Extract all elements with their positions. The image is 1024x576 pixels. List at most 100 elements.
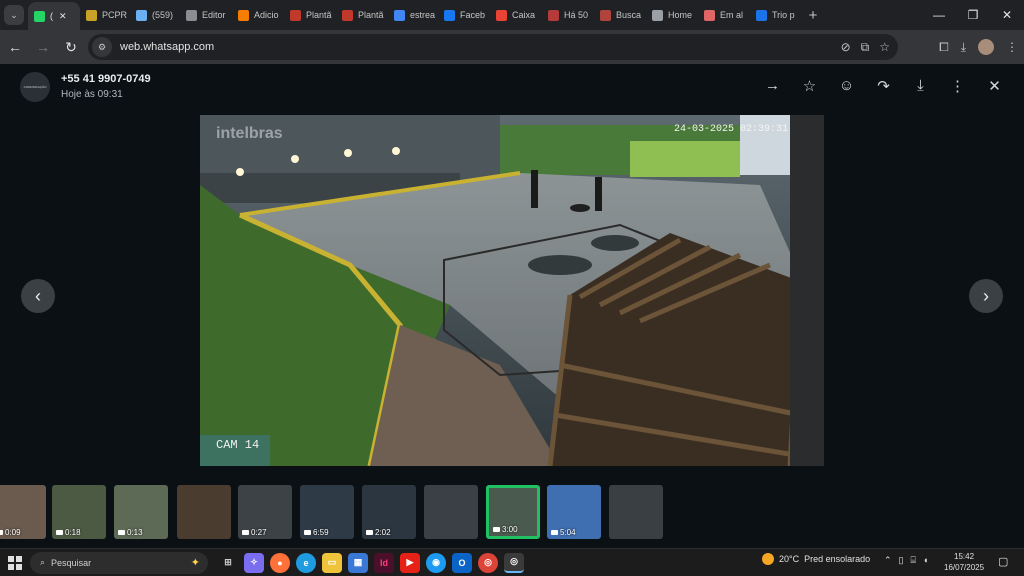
weather-widget[interactable]: 20°C Pred ensolarado	[762, 553, 870, 565]
outlook-icon[interactable]: O	[452, 552, 472, 573]
media-frame[interactable]: intelbras 24-03-2025 02:39:31 CAM 14	[200, 115, 824, 466]
tab-title: PCPR	[102, 10, 128, 20]
star-icon[interactable]: ☆	[800, 76, 819, 95]
copilot-icon[interactable]: ✧	[244, 552, 264, 573]
indesign-icon[interactable]: Id	[374, 552, 394, 573]
forward-button[interactable]: →	[30, 34, 56, 60]
tab-title: Busca	[616, 10, 642, 20]
minimize-icon[interactable]: —	[922, 0, 956, 30]
media-thumbnail[interactable]	[177, 485, 231, 539]
tab-title: Em al	[720, 10, 744, 20]
video-duration: 6:59	[304, 528, 329, 537]
video-camera-icon	[118, 530, 125, 535]
duration-text: 6:59	[313, 528, 329, 537]
browser-tab[interactable]: Busca	[594, 3, 646, 27]
tab-search-button[interactable]: ⌄	[4, 5, 24, 25]
notification-bell-icon[interactable]: ▢	[998, 555, 1008, 568]
chevron-up-icon[interactable]: ⌃	[884, 555, 892, 566]
tab-title: Faceb	[460, 10, 486, 20]
start-button[interactable]	[0, 555, 30, 570]
network-icon[interactable]: ⌸	[911, 555, 916, 566]
chrome-active-icon[interactable]: ◎	[504, 552, 524, 573]
avatar-text: COMUNICAÇÃO	[23, 85, 47, 89]
video-duration: 0:13	[118, 528, 143, 537]
url-text[interactable]: web.whatsapp.com	[120, 41, 214, 53]
bookmark-star-icon[interactable]: ☆	[879, 40, 890, 54]
browser-tab[interactable]: Em al	[698, 3, 750, 27]
browser-tab[interactable]: Plantã	[284, 3, 336, 27]
media-thumbnail[interactable]: 5:04	[547, 485, 601, 539]
task-view-icon[interactable]: ⊞	[218, 553, 238, 573]
browser-tab[interactable]: Faceb	[438, 3, 490, 27]
media-thumbnail[interactable]: 0:27	[238, 485, 292, 539]
close-viewer-icon[interactable]: ✕	[985, 76, 1004, 95]
browser-tab[interactable]: Trio p	[750, 3, 802, 27]
tab-title: estrea	[410, 10, 436, 20]
browser-tab[interactable]: (✕	[28, 2, 80, 30]
tab-title: Home	[668, 10, 693, 20]
browser-tab[interactable]: Home	[646, 3, 698, 27]
browser-tab[interactable]: (559)	[130, 3, 180, 27]
download-icon[interactable]: ⤓	[911, 76, 930, 95]
browser-tab[interactable]: Caixa	[490, 3, 542, 27]
video-duration: 0:27	[242, 528, 267, 537]
browser-tab[interactable]: estrea	[388, 3, 438, 27]
close-window-icon[interactable]: ✕	[990, 0, 1024, 30]
reload-button[interactable]: ↻	[58, 34, 84, 60]
browser-tab[interactable]: Plantã	[336, 3, 388, 27]
chevron-right-icon: ›	[983, 285, 989, 306]
install-app-icon[interactable]: ⧉	[861, 40, 870, 55]
back-button[interactable]: ←	[2, 34, 28, 60]
downloads-icon[interactable]: ⤓	[961, 40, 966, 55]
volume-icon[interactable]: ◖	[923, 555, 928, 566]
restore-icon[interactable]: ❐	[956, 0, 990, 30]
browser-tab[interactable]: Adicio	[232, 3, 284, 27]
new-tab-button[interactable]: +	[802, 4, 824, 26]
media-thumbnail[interactable]	[424, 485, 478, 539]
media-thumbnail[interactable]: 3:00	[486, 485, 540, 539]
chrome-menu-icon[interactable]: ⋮	[1006, 40, 1018, 54]
omnibox[interactable]: ⚙ web.whatsapp.com ⊘ ⧉ ☆	[88, 34, 898, 60]
facebook-icon	[444, 9, 455, 21]
store-icon[interactable]: ▦	[348, 552, 368, 573]
media-thumbnail[interactable]: 6:59	[300, 485, 354, 539]
file-explorer-icon[interactable]: ▭	[322, 552, 342, 573]
battery-icon[interactable]: ▯	[899, 555, 904, 566]
edge-icon[interactable]: e	[296, 552, 316, 573]
more-options-icon[interactable]: ⋮	[948, 76, 967, 95]
media-thumbnail[interactable]: 0:13	[114, 485, 168, 539]
youtube-icon[interactable]: ▶	[400, 552, 420, 573]
media-thumbnail[interactable]: 0:09	[0, 485, 46, 539]
video-duration: 2:02	[366, 528, 391, 537]
media-thumbnail[interactable]: 2:02	[362, 485, 416, 539]
close-tab-icon[interactable]: ✕	[59, 11, 67, 22]
video-duration: 0:09	[0, 528, 21, 537]
taskbar-search[interactable]: ⌕ Pesquisar ✦	[30, 551, 208, 574]
sender-avatar[interactable]: COMUNICAÇÃO	[20, 72, 50, 102]
next-media-button[interactable]: ›	[969, 279, 1003, 313]
forward-icon[interactable]: ↷	[874, 76, 893, 95]
firefox-icon[interactable]: ●	[270, 552, 290, 573]
camera-timestamp: 24-03-2025 02:39:31	[673, 124, 788, 135]
camera-brand-watermark: intelbras	[216, 125, 283, 142]
go-to-message-icon[interactable]: →	[763, 76, 782, 95]
blogger-icon	[238, 9, 249, 21]
site-info-icon[interactable]: ⚙	[92, 37, 112, 57]
previous-media-button[interactable]: ‹	[21, 279, 55, 313]
video-duration: 0:18	[56, 528, 81, 537]
browser-tab[interactable]: Editor	[180, 3, 232, 27]
clock[interactable]: 15:42 16/07/2025	[944, 551, 984, 573]
chrome-icon[interactable]: ◎	[478, 552, 498, 573]
t-icon	[756, 9, 767, 21]
tab-title: Caixa	[512, 10, 536, 20]
extensions-icon[interactable]: ⧠	[939, 40, 949, 55]
browser-tab[interactable]: PCPR	[80, 3, 130, 27]
badge-icon	[86, 9, 97, 21]
profile-avatar[interactable]	[978, 39, 994, 55]
browser-tab[interactable]: Há 50	[542, 3, 594, 27]
react-emoji-icon[interactable]: ☺	[837, 76, 856, 95]
media-thumbnail[interactable]	[609, 485, 663, 539]
eye-off-icon[interactable]: ⊘	[841, 40, 851, 54]
messenger-icon[interactable]: ◉	[426, 552, 446, 573]
media-thumbnail[interactable]: 0:18	[52, 485, 106, 539]
